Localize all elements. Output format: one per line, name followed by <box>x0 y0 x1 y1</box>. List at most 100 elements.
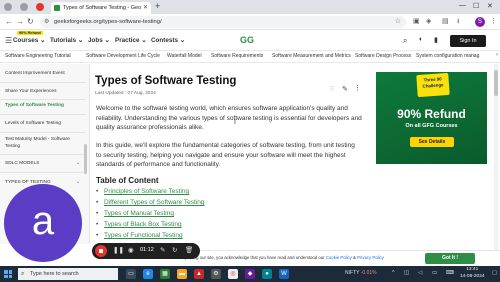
download-icon[interactable]: ⭳ <box>457 17 459 28</box>
subnav-item[interactable]: Software Measurement and Metrics <box>272 53 351 59</box>
sidebar-scrollbar[interactable] <box>84 144 87 174</box>
challenge-badge: Three 90 Challenge <box>416 72 450 98</box>
battery-icon[interactable]: ▭ <box>432 270 437 276</box>
sign-in-button[interactable]: Sign In <box>450 35 486 47</box>
notification-icon[interactable]: ▮ <box>434 36 438 44</box>
browser-menu-icon[interactable]: ⋮ <box>490 17 497 25</box>
windows-start-icon[interactable] <box>4 270 12 278</box>
scroll-thumb[interactable] <box>494 70 498 96</box>
word-icon[interactable]: W <box>279 269 289 279</box>
sidebar-item-test-maturity[interactable]: Test Maturity Model - Software Testing <box>5 136 77 150</box>
notification-center-icon[interactable]: ▢ <box>492 270 497 276</box>
got-it-button[interactable]: Got It ! <box>425 253 475 264</box>
minimize-icon[interactable]: — <box>459 2 466 9</box>
profile-avatar[interactable]: S <box>475 17 485 27</box>
language-icon[interactable]: ⌨ <box>446 270 454 276</box>
pause-icon[interactable]: ❚❚ <box>113 246 124 256</box>
store-icon[interactable]: ▦ <box>160 269 170 279</box>
app-icon[interactable]: ● <box>262 269 272 279</box>
chevron-down-icon[interactable]: ⌄ <box>76 179 80 185</box>
system-clock[interactable]: 13:41 14-08-2024 <box>460 267 485 280</box>
cookie-banner: By using our site, you acknowledge that … <box>180 250 500 266</box>
sidebar-item-levels-of-testing[interactable]: Levels of Software Testing <box>5 120 61 127</box>
taskbar-search-input[interactable]: ⌕ Type here to search <box>18 268 118 280</box>
reload-icon[interactable]: ↻ <box>27 17 34 27</box>
windows-taskbar: ⌕ Type here to search ▭ e ▦ ▬ ▲ ⚙ ◎ ◆ ● … <box>0 266 500 282</box>
sidebar-item-share-experiences[interactable]: Share Your Experiences <box>5 88 56 95</box>
volume-icon[interactable]: ◁ <box>418 270 422 276</box>
refund-badge: 90% Refund <box>17 31 43 35</box>
edge-icon[interactable]: e <box>143 269 153 279</box>
search-icon: ⌕ <box>21 271 25 277</box>
edit-icon[interactable]: ✎ <box>342 85 348 93</box>
subnav-item[interactable]: Software Requirements <box>211 53 263 59</box>
recording-indicator-icon[interactable] <box>36 3 44 11</box>
tab-active[interactable]: Types of Software Testing - Geo ✕ <box>51 2 151 14</box>
media-icon[interactable]: ◆ <box>245 269 255 279</box>
divider <box>0 154 86 155</box>
nav-practice[interactable]: Practice ⌄ <box>115 37 147 44</box>
chevron-down-icon[interactable]: ⌄ <box>76 160 80 166</box>
camera-icon[interactable]: ◉ <box>128 246 134 256</box>
stop-recording-button[interactable] <box>95 245 107 257</box>
promo-ad[interactable]: Three 90 Challenge 90% Refund On all GFG… <box>376 72 487 164</box>
subnav-item[interactable]: System configuration manag <box>416 53 479 59</box>
site-header: ☰ 90% Refund Courses ⌄ Tutorials ⌄ Jobs … <box>0 31 500 51</box>
app-icon[interactable]: ▲ <box>194 269 204 279</box>
nav-jobs[interactable]: Jobs ⌄ <box>88 37 110 44</box>
tray-chevron-icon[interactable]: ^ <box>392 270 395 276</box>
puzzle-icon[interactable]: ◈ <box>426 17 431 25</box>
comment-icon[interactable]: ◌ <box>330 85 334 92</box>
nav-contests[interactable]: Contests ⌄ <box>151 37 185 44</box>
forward-icon[interactable]: → <box>16 17 24 27</box>
toc-link[interactable]: Types of Black Box Testing <box>96 221 182 229</box>
tab-overflow-icon[interactable] <box>4 3 12 11</box>
window-close-icon[interactable]: ✕ <box>487 2 493 10</box>
subnav-item[interactable]: Software Design Process <box>355 53 411 59</box>
subnav-item[interactable]: Software Development Life Cycle <box>86 53 160 59</box>
file-explorer-icon[interactable]: ▬ <box>177 269 187 279</box>
sidebar-item-content-improvement[interactable]: Content Improvement Event <box>5 70 65 77</box>
subnav-item[interactable]: Waterfall Model <box>167 53 202 59</box>
toc-link[interactable]: Different Types of Software Testing <box>96 199 204 207</box>
privacy-policy-link[interactable]: Privacy Policy <box>357 255 384 260</box>
nav-courses[interactable]: Courses ⌄ <box>13 37 45 44</box>
bookmark-star-icon[interactable]: ☆ <box>395 16 401 28</box>
sidepanel-icon[interactable]: ▤ <box>442 17 449 25</box>
pen-icon[interactable]: ✎ <box>160 246 165 256</box>
ad-headline: 90% Refund <box>397 107 466 121</box>
nav-tutorials[interactable]: Tutorials ⌄ <box>50 37 83 44</box>
cookie-policy-link[interactable]: Cookie Policy <box>326 255 352 260</box>
sidebar-item-sdlc-models[interactable]: SDLC MODELS <box>5 160 39 167</box>
back-icon[interactable]: ← <box>5 17 13 27</box>
hamburger-menu-icon[interactable]: ☰ <box>5 36 12 45</box>
gfg-logo[interactable]: GG <box>236 34 258 46</box>
toc-link[interactable]: Principles of Software Testing <box>96 188 189 196</box>
subnav-item[interactable]: Software Engineering Tutorial <box>5 53 71 59</box>
chevron-right-icon[interactable]: › <box>496 52 498 58</box>
site-info-icon[interactable]: ⚙ <box>44 16 49 28</box>
toc-link[interactable]: Types of Manual Testing <box>96 210 174 218</box>
toc-link[interactable]: Types of Functional Testing <box>96 232 183 240</box>
settings-icon[interactable]: ⚙ <box>211 269 221 279</box>
guide-paragraph: In this guide, we'll explore the fundame… <box>96 142 355 168</box>
restart-icon[interactable]: ↻ <box>172 246 177 256</box>
extension-icon[interactable]: ▣ <box>413 17 420 25</box>
dark-mode-icon[interactable]: ◐ <box>419 36 423 43</box>
see-details-button[interactable]: See Details <box>410 137 454 147</box>
sidebar-item-types-of-testing[interactable]: Types of Software Testing <box>5 102 64 109</box>
chrome-icon[interactable]: ◎ <box>228 269 238 279</box>
task-view-icon[interactable]: ▭ <box>126 269 136 279</box>
maximize-icon[interactable]: ☐ <box>473 2 479 10</box>
search-icon[interactable]: ⌕ <box>403 36 407 46</box>
tab-favicon-icon[interactable] <box>20 3 28 11</box>
webcam-avatar: a <box>4 184 82 262</box>
close-icon[interactable]: ✕ <box>143 2 148 14</box>
stock-ticker[interactable]: NIFTY -0.01% <box>345 270 377 276</box>
more-options-icon[interactable]: ⋮ <box>354 84 361 92</box>
new-tab-icon[interactable]: + <box>155 1 160 11</box>
network-icon[interactable]: ◫ <box>404 270 409 276</box>
delete-icon[interactable]: 🗑 <box>185 246 193 256</box>
page-scrollbar[interactable] <box>494 64 498 254</box>
url-input[interactable]: ⚙ geeksforgeeks.org/types-software-testi… <box>40 16 406 28</box>
